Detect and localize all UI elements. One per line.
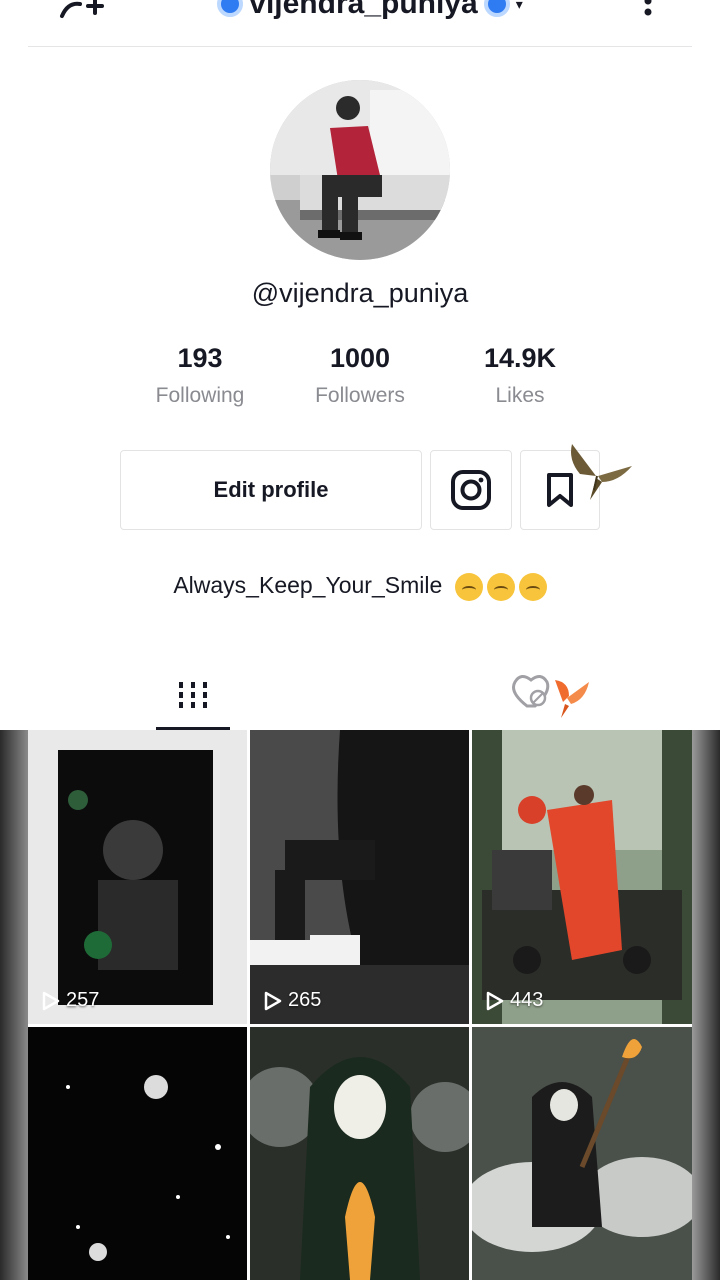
- profile-photo: [270, 80, 450, 260]
- bio: Always_Keep_Your_Smile: [0, 572, 720, 601]
- stat-value: 1000: [329, 343, 391, 373]
- video-thumbnail: [472, 730, 692, 1024]
- stat-value: 14.9K: [483, 343, 557, 373]
- video-thumbnail: [28, 730, 247, 1024]
- profile-stats: 193 Following 1000 Followers 14.9K Likes: [120, 340, 600, 420]
- person-add-icon[interactable]: [58, 0, 108, 24]
- video-tile[interactable]: [472, 1027, 692, 1280]
- view-count: 265: [264, 989, 321, 1012]
- side-shadow-right: [692, 730, 720, 1280]
- vertical-dots-icon[interactable]: [640, 0, 656, 22]
- upside-down-face-icon: [518, 572, 547, 601]
- video-thumbnail: [250, 730, 469, 1024]
- bio-text: Always_Keep_Your_Smile: [173, 572, 443, 598]
- chevron-down-icon: ▾: [515, 0, 523, 12]
- video-thumbnail: [250, 1027, 469, 1280]
- view-count: 443: [486, 989, 543, 1012]
- butterfly-sticker-icon: [571, 444, 632, 500]
- play-icon: [486, 991, 504, 1010]
- instagram-button[interactable]: [430, 450, 512, 530]
- side-shadow-left: [0, 730, 28, 1280]
- blue-badge-icon: [217, 0, 244, 17]
- blue-badge-icon: [483, 0, 510, 17]
- stat-following[interactable]: 193 Following: [120, 340, 280, 408]
- stat-label: Following: [155, 384, 245, 407]
- video-tile[interactable]: 265: [250, 730, 469, 1024]
- play-icon: [42, 991, 60, 1010]
- top-bar: vijendra_puniya ▾: [0, 0, 720, 47]
- stat-value: 193: [177, 343, 223, 373]
- view-count-text: 257: [66, 989, 100, 1011]
- edit-profile-button[interactable]: Edit profile: [120, 450, 422, 530]
- stat-label: Followers: [315, 384, 405, 407]
- video-thumbnail: [28, 1027, 247, 1280]
- account-title: vijendra_puniya: [249, 0, 478, 20]
- stat-label: Likes: [495, 384, 545, 407]
- liked-private-icon[interactable]: [505, 660, 595, 730]
- upside-down-face-icon: [454, 572, 483, 601]
- upside-down-face-icon: [486, 572, 515, 601]
- stat-followers[interactable]: 1000 Followers: [280, 340, 440, 408]
- bio-emojis: [454, 572, 547, 601]
- account-switcher[interactable]: vijendra_puniya ▾: [200, 0, 540, 20]
- video-grid: 257 265 443: [28, 730, 692, 1280]
- video-tile[interactable]: [250, 1027, 469, 1280]
- instagram-icon: [451, 470, 491, 510]
- tab-videos[interactable]: [156, 660, 230, 730]
- video-tile[interactable]: 257: [28, 730, 247, 1024]
- stat-likes[interactable]: 14.9K Likes: [440, 340, 600, 408]
- play-icon: [264, 991, 282, 1010]
- username: @vijendra_puniya: [251, 278, 469, 308]
- view-count-text: 265: [288, 989, 322, 1011]
- video-thumbnail: [472, 1027, 692, 1280]
- video-tile[interactable]: 443: [472, 730, 692, 1024]
- profile-tabs: [0, 660, 720, 730]
- avatar[interactable]: [270, 80, 450, 260]
- view-count: 257: [42, 989, 99, 1012]
- video-tile[interactable]: [28, 1027, 247, 1280]
- view-count-text: 443: [510, 989, 544, 1011]
- header-divider: [28, 46, 692, 47]
- grid-icon: [179, 682, 207, 708]
